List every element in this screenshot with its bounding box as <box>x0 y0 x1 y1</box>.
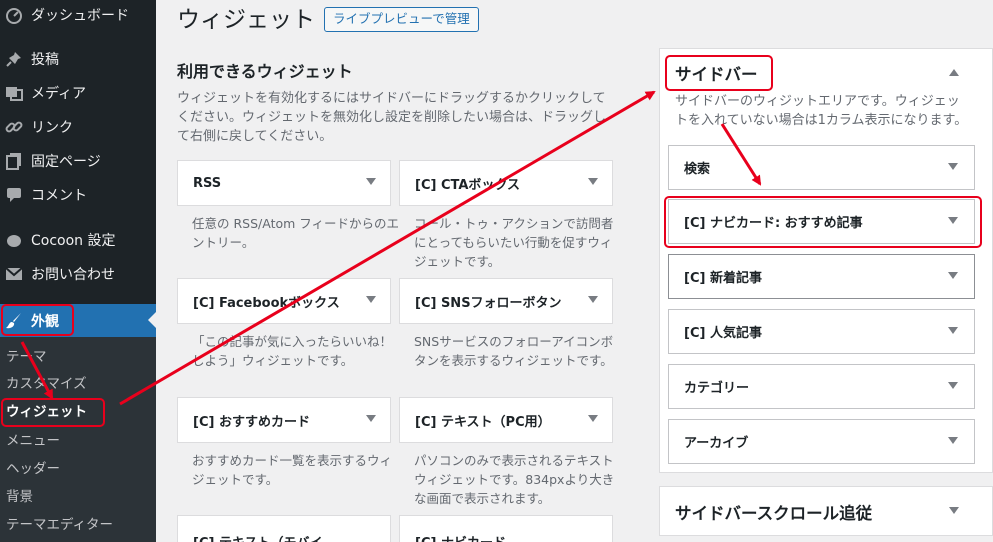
menu-pages[interactable]: 固定ページ <box>0 146 156 176</box>
live-preview-button[interactable]: ライブプレビューで管理 <box>324 7 479 32</box>
widget-name: [C] テキスト（モバイ <box>193 532 323 542</box>
widget-description: 「この記事が気に入ったらいいね！しよう」ウィジェットです。 <box>192 334 393 368</box>
menu-cocoon-settings[interactable]: Cocoon 設定 <box>0 225 156 255</box>
chevron-down-icon[interactable] <box>366 415 376 422</box>
widget-sns-follow[interactable]: [C] SNSフォローボタン <box>399 278 613 324</box>
media-icon <box>4 83 24 103</box>
chevron-down-icon[interactable] <box>588 415 598 422</box>
widget-description: パソコンのみで表示されるテキストウィジェットです。834pxより大きな画面で表示… <box>414 453 615 506</box>
annotation-box-sidebar-title <box>665 55 773 91</box>
widget-description: おすすめカード一覧を表示するウィジェットです。 <box>192 453 393 487</box>
menu-dashboard[interactable]: ダッシュボード <box>0 0 156 30</box>
menu-media[interactable]: メディア <box>0 78 156 108</box>
widget-description: 任意の RSS/Atom フィードからのエントリー。 <box>192 216 400 250</box>
widget-name: [C] CTAボックス <box>415 177 521 193</box>
chevron-down-icon[interactable] <box>948 382 958 389</box>
sidebar-widget-new-posts[interactable]: [C] 新着記事 <box>668 254 975 299</box>
widget-name: アーカイブ <box>684 436 749 451</box>
active-pointer <box>148 312 156 328</box>
dashboard-icon <box>4 5 24 25</box>
chevron-down-icon[interactable] <box>949 507 959 514</box>
widget-recommend-card[interactable]: [C] おすすめカード <box>177 397 391 443</box>
appearance-submenu: テーマ カスタマイズ ウィジェット メニュー ヘッダー 背景 テーマエディター <box>0 337 156 542</box>
widget-description: SNSサービスのフォローアイコンボタンを表示するウィジェットです。 <box>414 334 614 368</box>
sidebar-widget-popular-posts[interactable]: [C] 人気記事 <box>668 309 975 354</box>
annotation-box-appearance <box>1 304 74 336</box>
widget-name: 検索 <box>684 162 711 177</box>
widget-navi-card[interactable]: [C] ナビカード <box>399 515 613 542</box>
available-widgets-title: 利用できるウィジェット <box>177 62 353 81</box>
chevron-down-icon[interactable] <box>948 437 958 444</box>
widget-facebook-box[interactable]: [C] Facebookボックス <box>177 278 391 324</box>
menu-comments[interactable]: コメント <box>0 180 156 210</box>
sidebar-area-description: サイドバーのウィジットエリアです。ウィジェットを入れていない場合は1カラム表示に… <box>675 94 968 128</box>
sidebar-widget-search[interactable]: 検索 <box>668 145 975 190</box>
cocoon-icon <box>4 230 24 250</box>
menu-posts[interactable]: 投稿 <box>0 44 156 74</box>
menu-label: リンク <box>31 120 73 136</box>
sidebar-widget-archives[interactable]: アーカイブ <box>668 419 975 464</box>
sidebar-widget-categories[interactable]: カテゴリー <box>668 364 975 409</box>
menu-label: メディア <box>31 86 87 102</box>
chevron-down-icon[interactable] <box>948 272 958 279</box>
admin-sidebar: ダッシュボード 投稿 メディア リンク 固定ページ コメント Cocoon 設定… <box>0 0 156 542</box>
comment-icon <box>4 185 24 205</box>
annotation-box-widgets <box>1 398 105 427</box>
submenu-customize[interactable]: カスタマイズ <box>6 374 87 394</box>
pin-icon <box>4 49 24 69</box>
chevron-down-icon[interactable] <box>366 178 376 185</box>
menu-label: 固定ページ <box>31 154 101 170</box>
menu-label: 投稿 <box>31 52 59 68</box>
submenu-menus[interactable]: メニュー <box>6 431 60 451</box>
widget-text-pc[interactable]: [C] テキスト（PC用） <box>399 397 613 443</box>
submenu-theme-editor[interactable]: テーマエディター <box>6 515 113 535</box>
submenu-background[interactable]: 背景 <box>6 487 33 507</box>
annotation-box-navi-card <box>664 196 982 248</box>
widget-name: [C] Facebookボックス <box>193 295 340 311</box>
menu-contact[interactable]: お問い合わせ <box>0 259 156 289</box>
available-widgets-description: ウィジェットを有効化するにはサイドバーにドラッグするかクリックしてください。ウィ… <box>177 91 607 144</box>
chevron-down-icon[interactable] <box>588 296 598 303</box>
chevron-down-icon[interactable] <box>588 178 598 185</box>
widget-name: [C] 人気記事 <box>684 326 762 341</box>
chevron-up-icon[interactable] <box>949 69 959 76</box>
widget-name: [C] ナビカード <box>415 532 506 542</box>
widget-description: コール・トゥ・アクションで訪問者にとってもらいたい行動を促すウィジェットです。 <box>414 216 614 269</box>
widget-name: カテゴリー <box>684 381 750 396</box>
page-icon <box>4 151 24 171</box>
menu-links[interactable]: リンク <box>0 112 156 142</box>
widget-cta-box[interactable]: [C] CTAボックス <box>399 160 613 206</box>
page-title: ウィジェット <box>177 7 315 33</box>
chevron-down-icon[interactable] <box>366 296 376 303</box>
widget-name: [C] テキスト（PC用） <box>415 414 551 430</box>
mail-icon <box>4 264 24 284</box>
menu-label: Cocoon 設定 <box>31 233 116 249</box>
submenu-themes[interactable]: テーマ <box>6 347 47 367</box>
link-icon <box>4 117 24 137</box>
menu-label: お問い合わせ <box>31 267 115 283</box>
widget-name: [C] 新着記事 <box>684 271 762 286</box>
chevron-down-icon[interactable] <box>948 327 958 334</box>
sidebar-scroll-title[interactable]: サイドバースクロール追従 <box>675 500 872 524</box>
widget-text-mobile[interactable]: [C] テキスト（モバイ <box>177 515 391 542</box>
menu-label: ダッシュボード <box>31 8 129 24</box>
widget-name: [C] SNSフォローボタン <box>415 295 562 311</box>
widget-name: RSS <box>193 175 222 191</box>
widget-name: [C] おすすめカード <box>193 414 310 430</box>
menu-label: コメント <box>31 188 87 204</box>
widget-rss[interactable]: RSS <box>177 160 391 206</box>
chevron-down-icon[interactable] <box>948 163 958 170</box>
submenu-header[interactable]: ヘッダー <box>6 459 60 479</box>
